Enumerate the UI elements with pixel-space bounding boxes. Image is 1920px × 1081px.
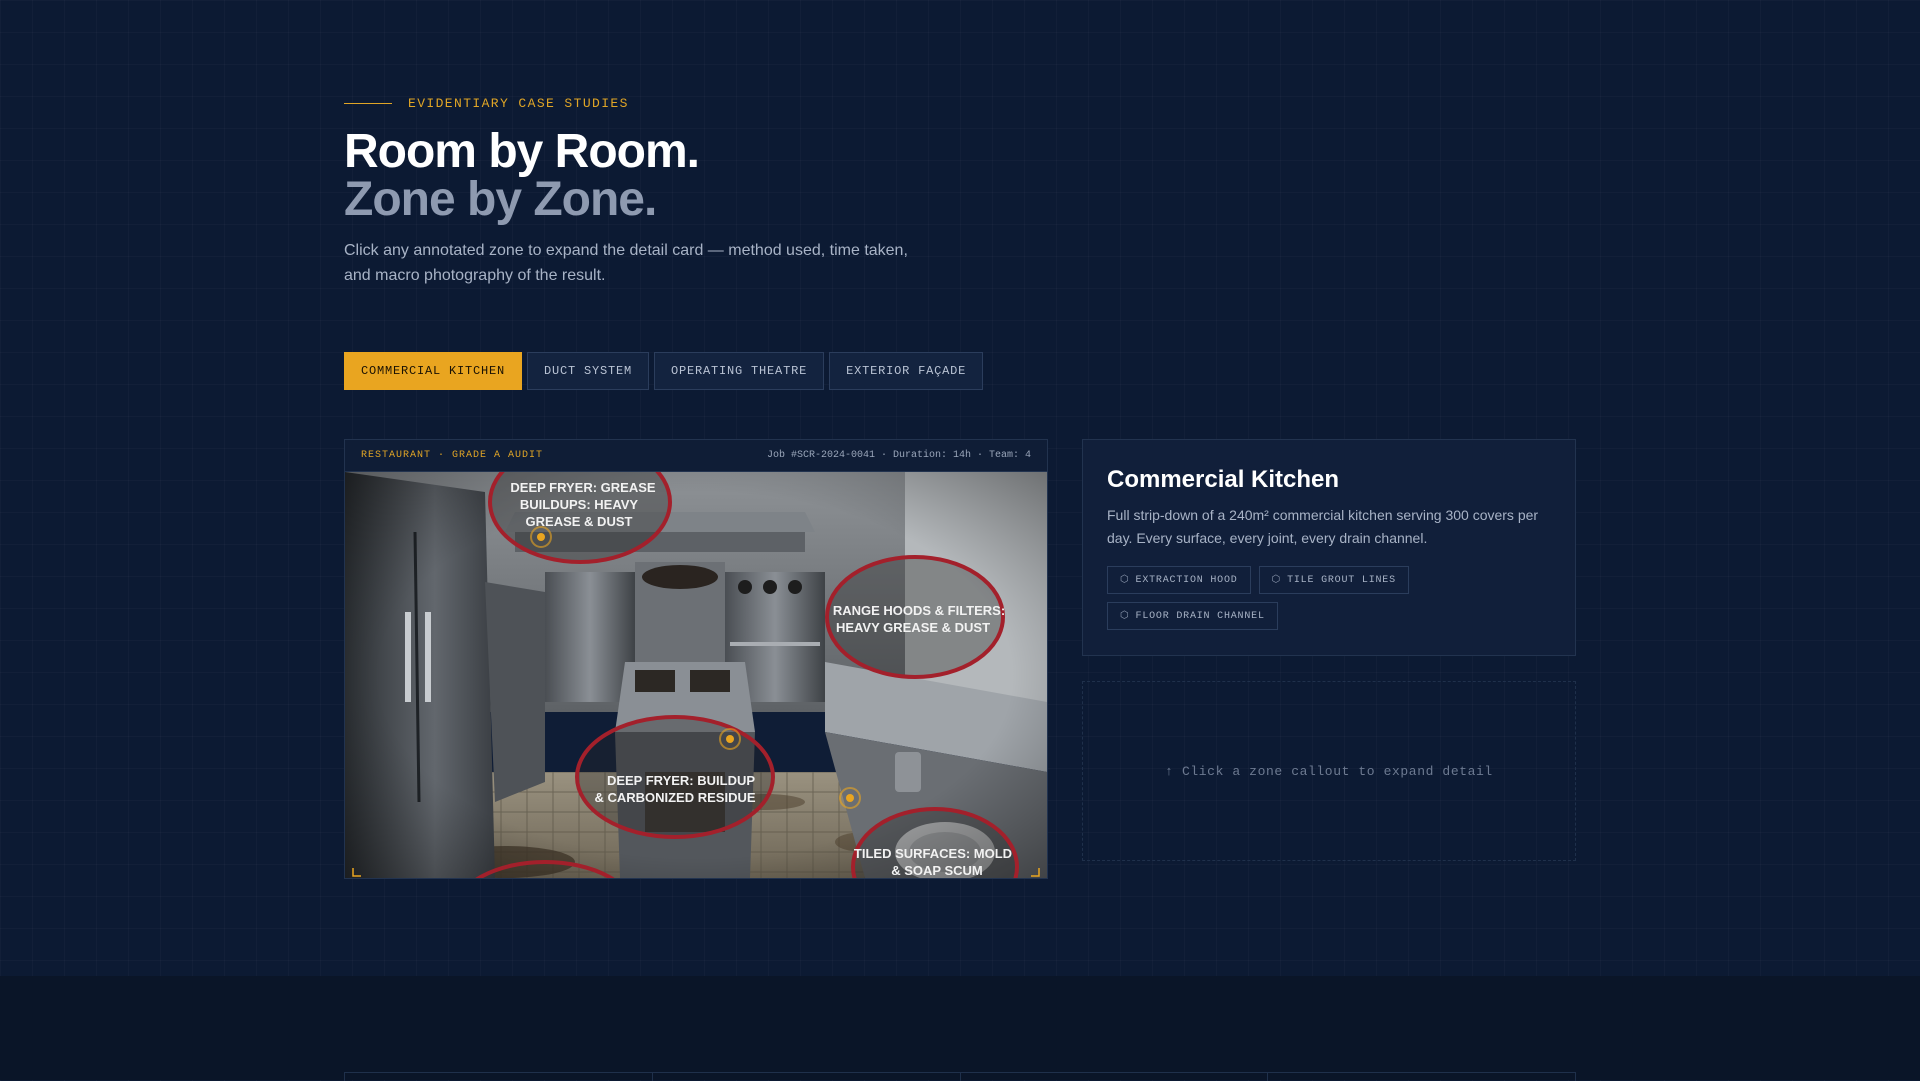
tag-tile-grout-lines[interactable]: ⬡ TILE GROUT LINES: [1258, 566, 1409, 594]
page-lede: Click any annotated zone to expand the d…: [344, 242, 908, 284]
tag-label: TILE GROUT LINES: [1287, 574, 1396, 586]
callout-3-line-1: DEEP FRYER: BUILDUP: [607, 773, 755, 788]
tag-floor-drain-channel[interactable]: ⬡ FLOOR DRAIN CHANNEL: [1107, 602, 1278, 630]
tab-exterior-facade[interactable]: EXTERIOR FAÇADE: [829, 352, 984, 390]
eyebrow: EVIDENTIARY CASE STUDIES: [344, 96, 629, 111]
kitchen-photo: DEEP FRYER: GREASE BUILDUPS: HEAVY GREAS…: [345, 472, 1047, 878]
callout-2-line-2: HEAVY GREASE & DUST: [836, 620, 990, 635]
zone-viewer: RESTAURANT · GRADE A AUDIT Job #SCR-2024…: [344, 439, 1048, 879]
tab-commercial-kitchen[interactable]: COMMERCIAL KITCHEN: [344, 352, 523, 390]
callout-4-line-1: TILED SURFACES: MOLD: [854, 846, 1012, 861]
detail-placeholder: ↑ Click a zone callout to expand detail: [1082, 681, 1576, 861]
viewer-category: RESTAURANT · GRADE A AUDIT: [361, 450, 544, 461]
page-title-line-1: Room by Room.: [344, 125, 700, 178]
hexagon-icon: ⬡: [1120, 575, 1130, 586]
tab-operating-theatre[interactable]: OPERATING THEATRE: [654, 352, 825, 390]
zone-tags: ⬡ EXTRACTION HOOD ⬡ TILE GROUT LINES ⬡ F…: [1107, 566, 1547, 630]
tag-label: FLOOR DRAIN CHANNEL: [1135, 610, 1265, 622]
viewer-job-meta: Job #SCR-2024-0041 · Duration: 14h · Tea…: [766, 450, 1031, 461]
callout-1-line-2: BUILDUPS: HEAVY: [520, 497, 639, 512]
callout-1-line-1: DEEP FRYER: GREASE: [510, 480, 656, 495]
callout-range-hoods[interactable]: RANGE HOODS & FILTERS: HEAVY GREASE & DU…: [825, 555, 1005, 679]
tag-extraction-hood[interactable]: ⬡ EXTRACTION HOOD: [1107, 566, 1251, 594]
footer-band: [0, 976, 1920, 1080]
tag-label: EXTRACTION HOOD: [1135, 574, 1238, 586]
page-title-line-2: Zone by Zone.: [344, 173, 657, 226]
callout-2-line-1: RANGE HOODS & FILTERS:: [833, 603, 1005, 618]
card-title: Commercial Kitchen: [1107, 466, 1340, 493]
zone-detail-card: Commercial Kitchen Full strip-down of a …: [1082, 439, 1576, 656]
viewer-header: RESTAURANT · GRADE A AUDIT Job #SCR-2024…: [345, 440, 1047, 472]
callout-4-line-2: & SOAP SCUM: [891, 863, 983, 878]
case-study-tabs: COMMERCIAL KITCHEN DUCT SYSTEM OPERATING…: [344, 352, 984, 390]
tab-duct-system[interactable]: DUCT SYSTEM: [527, 352, 650, 390]
hexagon-icon: ⬡: [1120, 611, 1130, 622]
callout-deep-fryer-buildup[interactable]: DEEP FRYER: BUILDUP & CARBONIZED RESIDUE: [575, 715, 775, 839]
eyebrow-rule: [344, 103, 392, 104]
eyebrow-label: EVIDENTIARY CASE STUDIES: [408, 96, 629, 111]
hexagon-icon: ⬡: [1271, 575, 1282, 586]
card-description: Full strip-down of a 240m² commercial ki…: [1107, 507, 1539, 546]
callout-3-line-2: & CARBONIZED RESIDUE: [594, 790, 755, 805]
